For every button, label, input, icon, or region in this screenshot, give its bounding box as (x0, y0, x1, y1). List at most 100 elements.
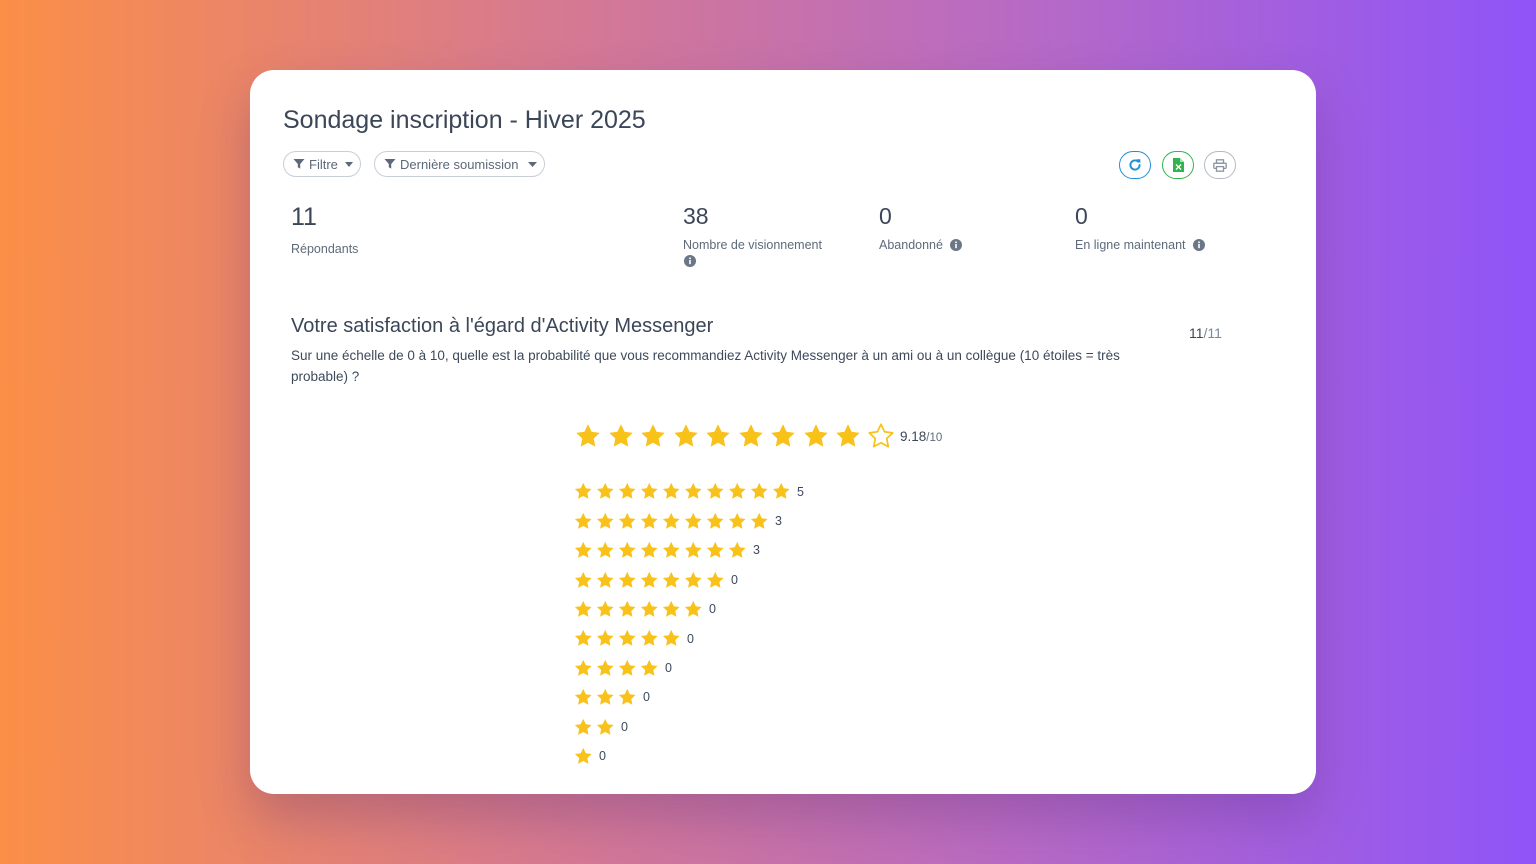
star-filled-icon (574, 629, 593, 648)
star-filled-icon (803, 423, 829, 449)
excel-file-icon (1172, 158, 1184, 172)
star-filled-icon (662, 541, 681, 560)
refresh-button[interactable] (1119, 151, 1151, 179)
distribution-row: 0 (574, 712, 804, 741)
star-filled-icon (640, 571, 659, 590)
star-filled-icon (640, 482, 659, 501)
star-filled-icon (574, 688, 593, 707)
rating-distribution: 5330000000 (574, 477, 804, 771)
print-icon (1213, 158, 1227, 172)
stat-label: Abandonné (879, 238, 943, 252)
star-filled-icon (596, 541, 615, 560)
star-filled-icon (684, 541, 703, 560)
star-filled-icon (738, 423, 764, 449)
distribution-row: 0 (574, 683, 804, 712)
star-filled-icon (574, 747, 593, 766)
distribution-count: 3 (775, 514, 782, 529)
star-filled-icon (596, 718, 615, 737)
distribution-row: 3 (574, 506, 804, 535)
info-icon[interactable] (1192, 239, 1205, 255)
stat-views: 38 Nombre de visionnement (683, 205, 843, 271)
star-filled-icon (596, 659, 615, 678)
filter-icon (293, 158, 305, 170)
distribution-row: 0 (574, 624, 804, 653)
star-filled-icon (728, 512, 747, 531)
page-title: Sondage inscription - Hiver 2025 (283, 106, 646, 134)
star-filled-icon (596, 571, 615, 590)
stat-respondants: 11 Répondants (291, 205, 358, 257)
caret-down-icon (527, 161, 537, 167)
star-filled-icon (705, 423, 731, 449)
star-filled-icon (596, 512, 615, 531)
star-filled-icon (596, 600, 615, 619)
filter-icon (384, 158, 396, 170)
distribution-row: 0 (574, 742, 804, 771)
star-filled-icon (706, 512, 725, 531)
star-filled-icon (684, 600, 703, 619)
star-filled-icon (574, 600, 593, 619)
star-filled-icon (706, 541, 725, 560)
star-filled-icon (575, 423, 601, 449)
distribution-count: 0 (643, 690, 650, 705)
stat-label: Répondants (291, 242, 359, 256)
star-filled-icon (574, 482, 593, 501)
submission-filter-button[interactable]: Dernière soumission (374, 151, 545, 177)
star-filled-icon (574, 718, 593, 737)
star-filled-icon (684, 482, 703, 501)
star-filled-icon (728, 541, 747, 560)
distribution-count: 5 (797, 484, 804, 499)
star-filled-icon (772, 482, 791, 501)
star-filled-icon (618, 629, 637, 648)
submission-filter-label: Dernière soumission (400, 156, 519, 172)
star-filled-icon (662, 600, 681, 619)
star-filled-icon (596, 688, 615, 707)
star-filled-icon (750, 512, 769, 531)
star-filled-icon (596, 629, 615, 648)
star-filled-icon (706, 571, 725, 590)
star-filled-icon (684, 512, 703, 531)
star-filled-icon (596, 482, 615, 501)
info-icon[interactable] (950, 239, 963, 255)
star-filled-icon (662, 512, 681, 531)
filter-button[interactable]: Filtre (283, 151, 361, 177)
refresh-icon (1128, 158, 1142, 172)
distribution-count: 0 (621, 719, 628, 734)
star-filled-icon (662, 629, 681, 648)
question-title: Votre satisfaction à l'égard d'Activity … (291, 315, 714, 337)
caret-down-icon (344, 161, 353, 167)
average-rating: 9.18/10 (575, 423, 942, 449)
star-filled-icon (662, 482, 681, 501)
average-scale: /10 (926, 431, 943, 444)
star-filled-icon (608, 423, 634, 449)
print-button[interactable] (1204, 151, 1236, 179)
star-filled-icon (640, 423, 666, 449)
stat-value: 0 (879, 203, 892, 229)
star-empty-icon (867, 423, 894, 449)
export-excel-button[interactable] (1162, 151, 1194, 179)
star-filled-icon (706, 482, 725, 501)
response-count: 11/11 (1189, 325, 1222, 341)
distribution-row: 0 (574, 565, 804, 594)
star-filled-icon (640, 541, 659, 560)
stat-value: 38 (683, 203, 709, 229)
star-filled-icon (640, 629, 659, 648)
star-filled-icon (640, 659, 659, 678)
star-filled-icon (640, 512, 659, 531)
star-filled-icon (684, 571, 703, 590)
star-filled-icon (618, 571, 637, 590)
star-filled-icon (770, 423, 796, 449)
stat-abandoned: 0 Abandonné (879, 203, 963, 255)
survey-card: Sondage inscription - Hiver 2025 Filtre … (250, 70, 1316, 794)
stat-value: 11 (291, 203, 317, 231)
distribution-count: 0 (599, 749, 606, 764)
distribution-count: 3 (753, 543, 760, 558)
star-filled-icon (728, 482, 747, 501)
star-filled-icon (574, 541, 593, 560)
stat-label: En ligne maintenant (1075, 238, 1186, 252)
distribution-count: 0 (665, 661, 672, 676)
stat-online-now: 0 En ligne maintenant (1075, 205, 1205, 255)
distribution-row: 5 (574, 477, 804, 506)
distribution-row: 0 (574, 595, 804, 624)
star-filled-icon (835, 423, 861, 449)
info-icon[interactable] (684, 255, 696, 271)
